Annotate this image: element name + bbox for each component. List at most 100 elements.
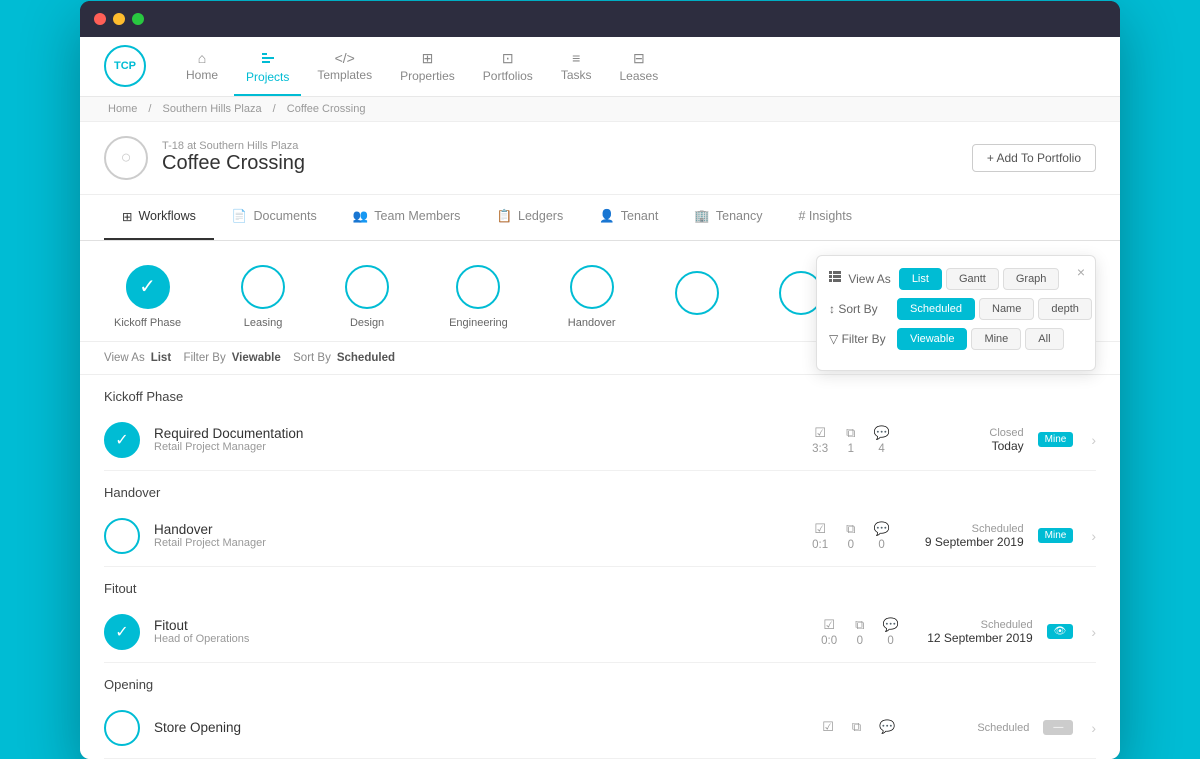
tab-documents[interactable]: 📄 Documents [214,195,335,240]
filter-mine-button[interactable]: Mine [971,328,1021,350]
copies-stat: ⧉ 1 [846,425,855,455]
workflow-step-6[interactable] [675,271,719,323]
nav-item-projects[interactable]: Projects [234,37,301,96]
phase-header-handover: Handover [104,471,1096,506]
kickoff-circle: ✓ [126,265,170,309]
mine-badge-handover: Mine [1038,528,1074,543]
workflow-step-design[interactable]: Design [345,265,389,329]
tasks-icon: ☑ [814,425,826,441]
view-list-button[interactable]: List [899,268,942,290]
phase-header-kickoff: Kickoff Phase [104,375,1096,410]
app-content: TCP ⌂ Home Projects </> Templates [80,37,1120,759]
view-options-popup: × View As List Gantt Graph ↕ Sort By [816,255,1096,371]
popup-close-button[interactable]: × [1077,264,1085,280]
step6-circle [675,271,719,315]
filter-by-options: Viewable Mine All [897,328,1064,350]
tenancy-icon: 🏢 [694,209,710,224]
nav-item-tasks[interactable]: ≡ Tasks [549,37,604,96]
tab-tenant[interactable]: 👤 Tenant [581,195,676,240]
project-avatar: ○ [104,136,148,180]
project-header: ○ T-18 at Southern Hills Plaza Coffee Cr… [80,122,1120,195]
row-stats-fitout: ☑ 0:0 ⧉ 0 💬 0 [821,617,898,647]
project-title: Coffee Crossing [162,152,958,175]
tab-team-members[interactable]: 👥 Team Members [335,195,479,240]
tenant-icon: 👤 [599,209,615,224]
table-row: Store Opening ☑ ⧉ 💬 [104,698,1096,759]
tab-insights[interactable]: # Insights [780,195,870,240]
popup-filter-by-row: ▽ Filter By Viewable Mine All [829,328,1083,350]
tab-tenancy[interactable]: 🏢 Tenancy [676,195,780,240]
home-icon: ⌂ [198,50,206,66]
nav-item-templates[interactable]: </> Templates [305,37,384,96]
workflow-step-leasing[interactable]: Leasing [241,265,285,329]
nav-item-portfolios[interactable]: ⊡ Portfolios [471,37,545,96]
logo: TCP [104,45,146,87]
table-row: Handover Retail Project Manager ☑ 0:1 ⧉ … [104,506,1096,567]
comments-icon: 💬 [879,719,895,735]
popup-view-as-row: View As List Gantt Graph [829,268,1083,290]
view-graph-button[interactable]: Graph [1003,268,1060,290]
workflow-step-engineering[interactable]: Engineering [449,265,508,329]
workflow-step-kickoff[interactable]: ✓ Kickoff Phase [114,265,181,329]
add-to-portfolio-button[interactable]: + Add To Portfolio [972,144,1096,172]
eye-badge-fitout: 👁 [1047,624,1074,639]
copies-stat-opening: ⧉ [852,719,861,737]
nav-items: ⌂ Home Projects </> Templates ⊞ [174,37,670,96]
workflow-step-handover[interactable]: Handover [568,265,616,329]
comments-icon: 💬 [873,521,889,537]
filter-viewable-button[interactable]: Viewable [897,328,967,350]
copies-icon: ⧉ [852,719,861,735]
filter-all-button[interactable]: All [1025,328,1063,350]
leases-icon: ⊟ [633,50,645,67]
tasks-icon: ☑ [823,617,835,633]
nav-item-properties[interactable]: ⊞ Properties [388,37,467,96]
popup-filter-by-label: ▽ Filter By [829,332,889,346]
view-as-options: List Gantt Graph [899,268,1060,290]
tasks-icon: ☑ [822,719,834,735]
sort-name-button[interactable]: Name [979,298,1034,320]
sort-by-options: Scheduled Name depth [897,298,1092,320]
table-row: ✓ Fitout Head of Operations ☑ 0:0 ⧉ 0 [104,602,1096,663]
view-gantt-button[interactable]: Gantt [946,268,999,290]
popup-view-as-label: View As [829,271,891,286]
row-status-icon-handover [104,518,140,554]
phase-header-opening: Opening [104,663,1096,698]
nav-item-home[interactable]: ⌂ Home [174,37,230,96]
traffic-light-red[interactable] [94,13,106,25]
main-list-area: × View As List Gantt Graph ↕ Sort By [80,375,1120,759]
sort-by-value[interactable]: Scheduled [337,352,395,364]
tab-ledgers[interactable]: 📋 Ledgers [478,195,581,240]
documents-icon: 📄 [232,209,248,224]
popup-sort-by-label: ↕ Sort By [829,302,889,316]
copies-stat-fitout: ⧉ 0 [855,617,864,647]
leasing-circle [241,265,285,309]
tasks-stat: ☑ 3:3 [812,425,828,455]
sort-depth-button[interactable]: depth [1038,298,1092,320]
tasks-stat-handover: ☑ 0:1 [812,521,828,551]
row-date-handover: Scheduled 9 September 2019 [904,523,1024,549]
chevron-right-icon-fitout[interactable]: › [1091,624,1096,640]
templates-icon: </> [335,50,355,66]
row-meta-kickoff: Required Documentation Retail Project Ma… [154,426,798,453]
breadcrumb: Home / Southern Hills Plaza / Coffee Cro… [80,97,1120,122]
view-as-value[interactable]: List [151,352,171,364]
traffic-light-green[interactable] [132,13,144,25]
tab-workflows[interactable]: ⊞ Workflows [104,195,214,240]
row-stats-opening: ☑ ⧉ 💬 [822,719,895,737]
filter-by-value[interactable]: Viewable [232,352,281,364]
chevron-right-icon[interactable]: › [1091,432,1096,448]
chevron-right-icon-handover[interactable]: › [1091,528,1096,544]
comments-stat-fitout: 💬 0 [882,617,898,647]
row-stats-kickoff: ☑ 3:3 ⧉ 1 💬 4 [812,425,889,455]
view-as-label: View As [104,352,145,364]
traffic-light-yellow[interactable] [113,13,125,25]
nav-item-leases[interactable]: ⊟ Leases [608,37,671,96]
comments-stat: 💬 4 [873,425,889,455]
top-nav: TCP ⌂ Home Projects </> Templates [80,37,1120,97]
chevron-right-icon-opening[interactable]: › [1091,720,1096,736]
row-date-opening: Scheduled [909,722,1029,734]
copies-stat-handover: ⧉ 0 [846,521,855,551]
sort-scheduled-button[interactable]: Scheduled [897,298,975,320]
properties-icon: ⊞ [422,50,434,67]
tasks-stat-fitout: ☑ 0:0 [821,617,837,647]
